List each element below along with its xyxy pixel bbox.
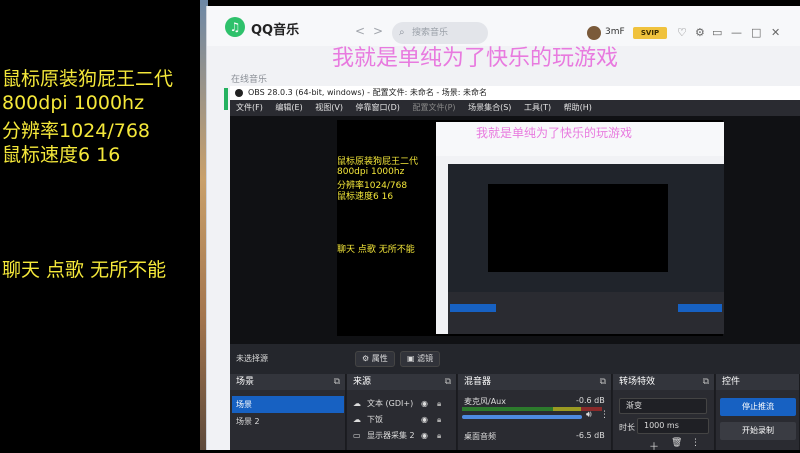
menu-scene-collection[interactable]: 场景集合(S) bbox=[468, 103, 511, 112]
start-recording-button[interactable]: 开始录制 bbox=[720, 422, 796, 440]
duration-input[interactable]: 1000 ms bbox=[637, 418, 709, 434]
add-transition-icon[interactable]: ＋ bbox=[649, 438, 659, 453]
skin-icon[interactable]: ♡ bbox=[677, 26, 687, 39]
settings-icon[interactable]: ⚙ bbox=[695, 26, 705, 39]
source-item[interactable]: ☁ 下饭 ◉ 🔒︎ bbox=[349, 412, 455, 428]
stream-text-overlay: 鼠标原装狗屁王二代 800dpi 1000hz 分辨率1024/768 鼠标速度… bbox=[0, 0, 200, 450]
minimize-icon[interactable]: — bbox=[731, 26, 742, 39]
transition-select[interactable]: 渐变 bbox=[619, 398, 707, 414]
source-item[interactable]: ▭ 显示器采集 2 ◉ 🔒︎ bbox=[349, 428, 455, 444]
visibility-icon[interactable]: ◉ bbox=[421, 412, 428, 428]
sources-dock: 来源 ⧉ ☁ 文本 (GDI+) ◉ 🔒︎ ☁ 下饭 ◉ 🔒︎ ▭ 显示器采集 2 ◉ 🔒︎ bbox=[347, 374, 457, 450]
obs-menubar: 文件(F) 编辑(E) 视图(V) 停靠窗口(D) 配置文件(P) 场景集合(S… bbox=[230, 100, 800, 116]
overlay-line-2: 800dpi 1000hz bbox=[2, 92, 145, 114]
undock-icon[interactable]: ⧉ bbox=[445, 374, 451, 390]
volume-meter bbox=[462, 407, 602, 411]
lock-icon[interactable]: 🔒︎ bbox=[437, 412, 441, 428]
nested-obs-canvas bbox=[488, 184, 668, 272]
nested-obs-docks bbox=[448, 292, 724, 334]
mixer-channel-name: 桌面音频 bbox=[464, 432, 496, 441]
overlay-line-3: 分辨率1024/768 bbox=[2, 120, 151, 142]
nav-forward-button[interactable]: > bbox=[373, 24, 383, 38]
mixer-channel-db: -6.5 dB bbox=[576, 431, 605, 440]
nested-overlay-chat: 聊天 点歌 无所不能 bbox=[337, 245, 415, 255]
nested-stop-stream bbox=[678, 304, 722, 312]
sidebar-section-label: 在线音乐 bbox=[231, 75, 268, 85]
scene-item[interactable]: 场景 2 bbox=[232, 413, 344, 430]
volume-slider[interactable] bbox=[462, 415, 582, 419]
image-icon: ☁ bbox=[353, 415, 361, 424]
scenes-dock: 场景 ⧉ 场景 场景 2 bbox=[230, 374, 346, 450]
obs-logo-icon bbox=[235, 89, 243, 97]
undock-icon[interactable]: ⧉ bbox=[703, 374, 709, 390]
menu-profile[interactable]: 配置文件(P) bbox=[412, 103, 455, 112]
stop-streaming-button[interactable]: 停止推流 bbox=[720, 398, 796, 416]
obs-title: OBS 28.0.3 (64-bit, windows) - 配置文件: 未命名… bbox=[248, 88, 488, 97]
nested-overlay-line-1: 鼠标原装狗屁王二代 bbox=[337, 157, 419, 167]
more-options-icon[interactable]: ⋮ bbox=[600, 410, 609, 420]
menu-docks[interactable]: 停靠窗口(D) bbox=[356, 103, 400, 112]
banner-text: 我就是单纯为了快乐的玩游戏 bbox=[332, 46, 619, 71]
qq-app-name: QQ音乐 bbox=[251, 23, 300, 38]
more-options-icon[interactable]: ⋮ bbox=[691, 438, 700, 448]
nav-back-button[interactable]: < bbox=[355, 24, 365, 38]
transitions-dock: 转场特效 ⧉ 渐变 时长 1000 ms ＋ 🗑︎ ⋮ bbox=[613, 374, 715, 453]
overlay-line-4: 鼠标速度6 16 bbox=[2, 144, 121, 166]
user-name[interactable]: 3mF bbox=[605, 27, 625, 37]
visibility-icon[interactable]: ◉ bbox=[421, 428, 428, 444]
nested-obs-window bbox=[448, 164, 724, 334]
sources-dock-header: 来源 ⧉ bbox=[347, 374, 456, 390]
mixer-channel-db: -0.6 dB bbox=[576, 396, 605, 405]
filters-button[interactable]: ▣ 滤镜 bbox=[400, 351, 441, 367]
overlay-line-1: 鼠标原装狗屁王二代 bbox=[2, 68, 174, 90]
active-nav-indicator bbox=[224, 88, 228, 110]
nested-banner-text: 我就是单纯为了快乐的玩游戏 bbox=[476, 126, 633, 140]
gear-icon: ⚙ bbox=[362, 354, 372, 363]
volume-slider-fill bbox=[462, 415, 582, 419]
no-source-selected-label: 未选择源 bbox=[236, 354, 268, 363]
speaker-icon[interactable]: 🔊︎ bbox=[586, 410, 592, 420]
lock-icon[interactable]: 🔒︎ bbox=[437, 396, 441, 412]
nested-qq-window: 我就是单纯为了快乐的玩游戏 bbox=[436, 122, 724, 334]
undock-icon[interactable]: ⧉ bbox=[600, 374, 606, 390]
visibility-icon[interactable]: ◉ bbox=[421, 396, 428, 412]
menu-help[interactable]: 帮助(H) bbox=[564, 103, 592, 112]
trash-icon[interactable]: 🗑︎ bbox=[671, 438, 682, 448]
menu-view[interactable]: 视图(V) bbox=[315, 103, 343, 112]
mixer-channel-name: 麦克风/Aux bbox=[464, 397, 506, 406]
lock-icon[interactable]: 🔒︎ bbox=[437, 428, 441, 444]
vip-badge[interactable]: SVIP bbox=[633, 27, 667, 39]
maximize-icon[interactable]: □ bbox=[751, 26, 761, 39]
qq-music-logo-icon: ♫ bbox=[225, 17, 245, 37]
scene-item[interactable]: 场景 bbox=[232, 396, 344, 413]
mini-mode-icon[interactable]: ▭ bbox=[712, 26, 722, 39]
menu-edit[interactable]: 编辑(E) bbox=[275, 103, 302, 112]
obs-source-toolbar: 未选择源 ⚙ 属性 ▣ 滤镜 bbox=[230, 344, 800, 374]
user-avatar[interactable] bbox=[587, 26, 601, 40]
obs-titlebar: OBS 28.0.3 (64-bit, windows) - 配置文件: 未命名… bbox=[230, 86, 800, 100]
audio-mixer-dock: 混音器 ⧉ 麦克风/Aux -0.6 dB 🔊︎ ⋮ 桌面音频 -6.5 dB bbox=[458, 374, 612, 450]
mixer-dock-header: 混音器 ⧉ bbox=[458, 374, 611, 390]
transitions-dock-header: 转场特效 ⧉ bbox=[613, 374, 714, 390]
overlay-chat-line: 聊天 点歌 无所不能 bbox=[2, 259, 167, 281]
undock-icon[interactable]: ⧉ bbox=[334, 374, 340, 390]
close-icon[interactable]: ✕ bbox=[771, 26, 780, 39]
controls-dock: 控件 停止推流 开始录制 bbox=[716, 374, 800, 450]
nested-overlay-line-4: 鼠标速度6 16 bbox=[337, 192, 394, 202]
controls-dock-header: 控件 bbox=[716, 374, 799, 390]
properties-button[interactable]: ⚙ 属性 bbox=[355, 351, 395, 367]
text-icon: ☁ bbox=[353, 399, 361, 408]
monitor-icon: ▭ bbox=[353, 431, 361, 440]
scenes-dock-header: 场景 ⧉ bbox=[230, 374, 345, 390]
source-item[interactable]: ☁ 文本 (GDI+) ◉ 🔒︎ bbox=[349, 396, 455, 412]
duration-label: 时长 bbox=[619, 423, 635, 432]
nested-scene-selected bbox=[450, 304, 496, 312]
nested-overlay-line-2: 800dpi 1000hz bbox=[337, 167, 405, 177]
menu-tools[interactable]: 工具(T) bbox=[524, 103, 551, 112]
menu-file[interactable]: 文件(F) bbox=[236, 103, 263, 112]
obs-window: OBS 28.0.3 (64-bit, windows) - 配置文件: 未命名… bbox=[230, 86, 800, 453]
filter-icon: ▣ bbox=[407, 354, 418, 363]
